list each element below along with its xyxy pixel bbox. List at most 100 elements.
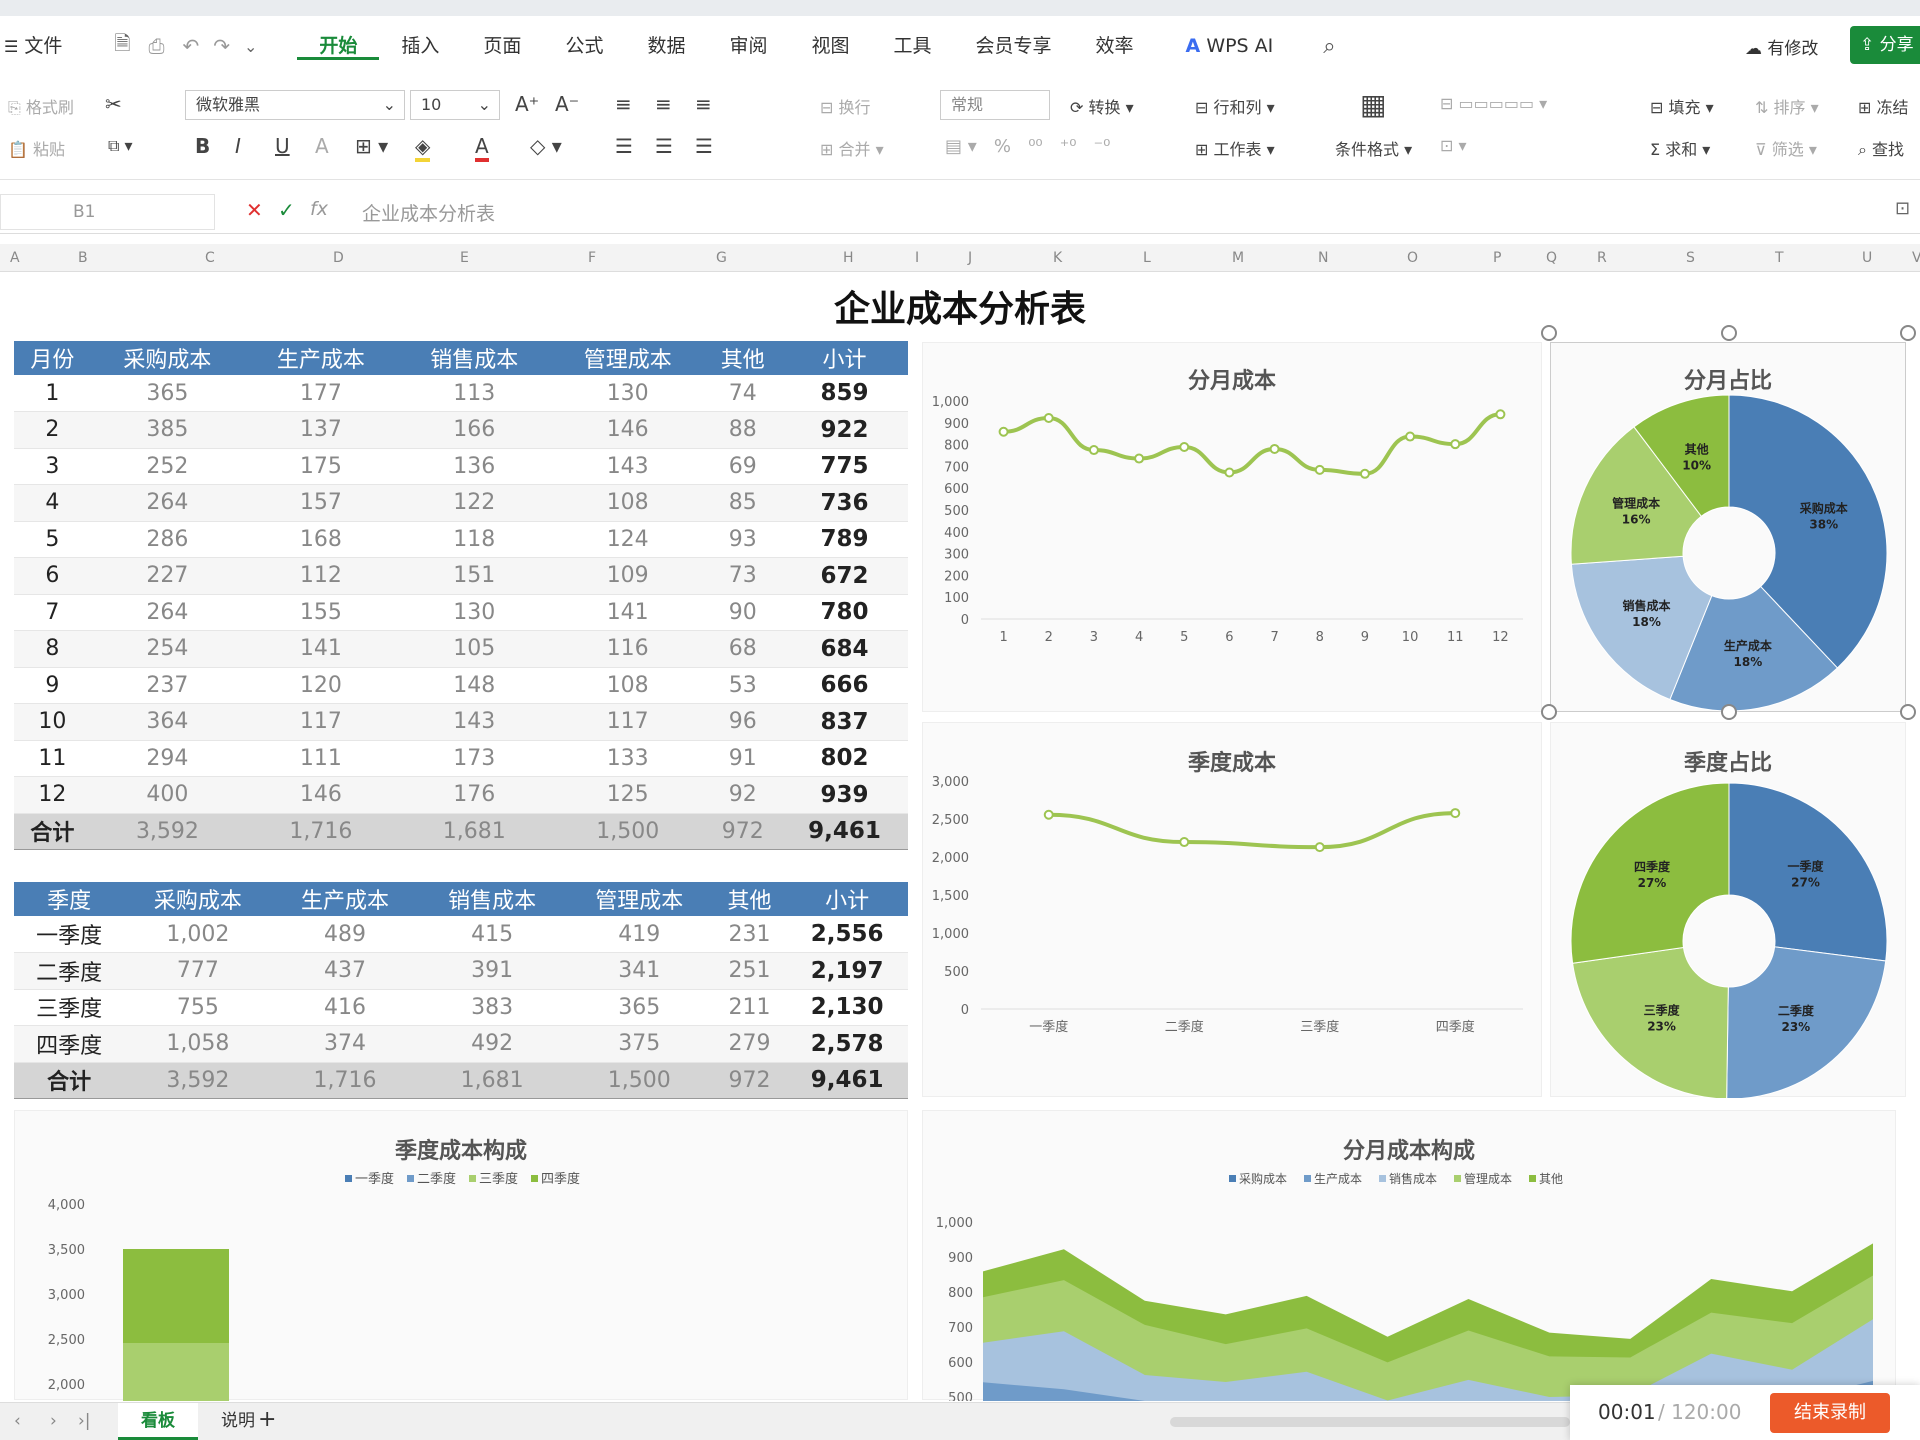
fill-color-icon[interactable]: ◈ [415, 134, 431, 162]
table-cell[interactable]: 108 [550, 484, 705, 522]
table-cell[interactable]: 2,197 [786, 952, 908, 990]
table-cell[interactable]: 1,058 [124, 1025, 272, 1063]
table-cell[interactable]: 666 [781, 667, 908, 704]
column-header[interactable]: T [1775, 250, 1784, 266]
column-header-cell[interactable]: 小计 [781, 341, 908, 375]
data-point[interactable] [1495, 409, 1506, 420]
table-cell[interactable]: 264 [90, 484, 245, 522]
resize-handle[interactable] [1541, 704, 1557, 720]
table-cell[interactable]: 294 [90, 740, 245, 777]
table-cell[interactable]: 489 [271, 916, 419, 953]
column-header[interactable]: N [1318, 250, 1328, 266]
table-cell[interactable]: 133 [550, 740, 705, 777]
table-cell[interactable]: 364 [90, 703, 245, 741]
table-cell[interactable]: 一季度 [14, 916, 125, 953]
data-point[interactable] [1043, 809, 1054, 820]
table-cell[interactable]: 391 [418, 952, 566, 990]
column-header[interactable]: F [588, 250, 596, 266]
table-cell[interactable]: 1,002 [124, 916, 272, 953]
confirm-icon[interactable]: ✓ [278, 198, 295, 222]
convert-button[interactable]: ⟳ 转换 ▾ [1070, 94, 1134, 118]
quarterly-cost-chart[interactable]: 季度成本 3,000 2,500 2,000 1,500 1,000 500 0 一季度 二季度… [922, 722, 1542, 1097]
table-cell[interactable]: 177 [244, 375, 398, 412]
table-cell[interactable]: 672 [781, 557, 908, 595]
table-cell[interactable]: 120 [244, 667, 398, 704]
column-header-cell[interactable]: 季度 [14, 882, 125, 916]
data-point[interactable] [1043, 413, 1054, 424]
column-header[interactable]: D [333, 250, 344, 266]
column-header[interactable]: I [915, 250, 919, 266]
table-cell[interactable]: 130 [397, 594, 551, 631]
fill-button[interactable]: ⊟ 填充 ▾ [1650, 94, 1714, 118]
table-cell[interactable]: 88 [704, 411, 782, 449]
tab-1[interactable]: 插入 [379, 35, 461, 57]
total-cell[interactable]: 972 [712, 1061, 787, 1099]
share-button[interactable]: ⇪ 分享 [1850, 26, 1920, 64]
table-cell[interactable]: 2,578 [786, 1025, 908, 1063]
total-cell[interactable]: 9,461 [786, 1061, 908, 1099]
table-cell[interactable]: 755 [124, 989, 272, 1026]
table-cell[interactable]: 383 [418, 989, 566, 1026]
table-cell[interactable]: 789 [781, 521, 908, 558]
print-icon[interactable]: ⎙ [148, 34, 164, 58]
table-cell[interactable]: 113 [397, 375, 551, 412]
table-cell[interactable]: 91 [704, 740, 782, 777]
table-cell[interactable]: 68 [704, 630, 782, 668]
table-cell[interactable]: 173 [397, 740, 551, 777]
number-format-select[interactable]: 常规 [940, 90, 1050, 120]
column-header-cell[interactable]: 销售成本 [418, 882, 566, 916]
table-cell[interactable]: 69 [704, 448, 782, 485]
table-cell[interactable]: 11 [14, 740, 91, 777]
table-cell[interactable]: 231 [712, 916, 787, 953]
next-sheet-icon[interactable]: › [50, 1411, 57, 1431]
table-cell[interactable]: 492 [418, 1025, 566, 1063]
table-cell[interactable]: 400 [90, 776, 245, 814]
table-cell[interactable]: 117 [244, 703, 398, 741]
table-cell[interactable]: 859 [781, 375, 908, 412]
table-cell[interactable]: 166 [397, 411, 551, 449]
monthly-share-chart[interactable]: 分月占比 采购成本 38% 生产成本 18% 销售成本 18% 管理成本 16% 其他 10% [1550, 342, 1906, 712]
table-cell[interactable]: 151 [397, 557, 551, 595]
table-cell[interactable]: 922 [781, 411, 908, 449]
align-top-icon[interactable]: ≡ [615, 92, 632, 116]
underline-icon[interactable]: U [275, 134, 290, 158]
column-header[interactable]: J [968, 250, 972, 266]
undo-icon[interactable]: ↶ [182, 34, 199, 58]
cut-icon[interactable]: ✂ [105, 92, 122, 116]
decrease-font-icon[interactable]: A⁻ [555, 92, 579, 116]
table-cell[interactable]: 109 [550, 557, 705, 595]
table-cell[interactable]: 684 [781, 630, 908, 668]
stop-recording-button[interactable]: 结束录制 [1770, 1393, 1890, 1433]
font-select[interactable]: 微软雅黑 ⌄ [185, 90, 405, 120]
table-cell[interactable]: 2 [14, 411, 91, 449]
column-header[interactable]: L [1143, 250, 1151, 266]
table-cell[interactable]: 168 [244, 521, 398, 558]
table-cell[interactable]: 227 [90, 557, 245, 595]
percent-icon[interactable]: ▤ ▾ % ⁰⁰ ⁺⁰ ⁻⁰ [945, 136, 1110, 157]
table-cell[interactable]: 416 [271, 989, 419, 1026]
cond-format-icon[interactable]: ▦ [1360, 88, 1386, 121]
table-cell[interactable]: 141 [550, 594, 705, 631]
series-line[interactable] [1048, 811, 1456, 850]
table-cell[interactable]: 175 [244, 448, 398, 485]
align-middle-icon[interactable]: ≡ [655, 92, 672, 116]
redo-icon[interactable]: ↷ [213, 34, 230, 58]
total-cell[interactable]: 9,461 [781, 812, 908, 850]
paste-button[interactable]: 📋 粘贴 [8, 136, 65, 160]
table-cell[interactable]: 8 [14, 630, 91, 668]
italic-icon[interactable]: I [235, 134, 241, 158]
monthly-composition-chart[interactable]: 分月成本构成 采购成本 生产成本 销售成本 管理成本 其他 1,000 900 800 700 6… [922, 1110, 1896, 1401]
data-point[interactable] [1450, 808, 1461, 819]
table-cell[interactable]: 437 [271, 952, 419, 990]
quarterly-share-chart[interactable]: 季度占比 一季度 27% 二季度 23% 三季度 23% 四季度 27% [1550, 722, 1906, 1098]
table-cell[interactable]: 53 [704, 667, 782, 704]
table-cell[interactable]: 130 [550, 375, 705, 412]
column-header-cell[interactable]: 生产成本 [244, 341, 398, 375]
total-cell[interactable]: 1,500 [565, 1061, 713, 1099]
align-right-icon[interactable]: ☰ [695, 134, 713, 158]
row-col-button[interactable]: ⊟ 行和列 ▾ [1195, 94, 1275, 118]
tab-5[interactable]: 审阅 [707, 35, 789, 57]
data-point[interactable] [1269, 443, 1280, 454]
column-header-cell[interactable]: 生产成本 [271, 882, 419, 916]
name-box[interactable]: B1 [0, 194, 215, 230]
